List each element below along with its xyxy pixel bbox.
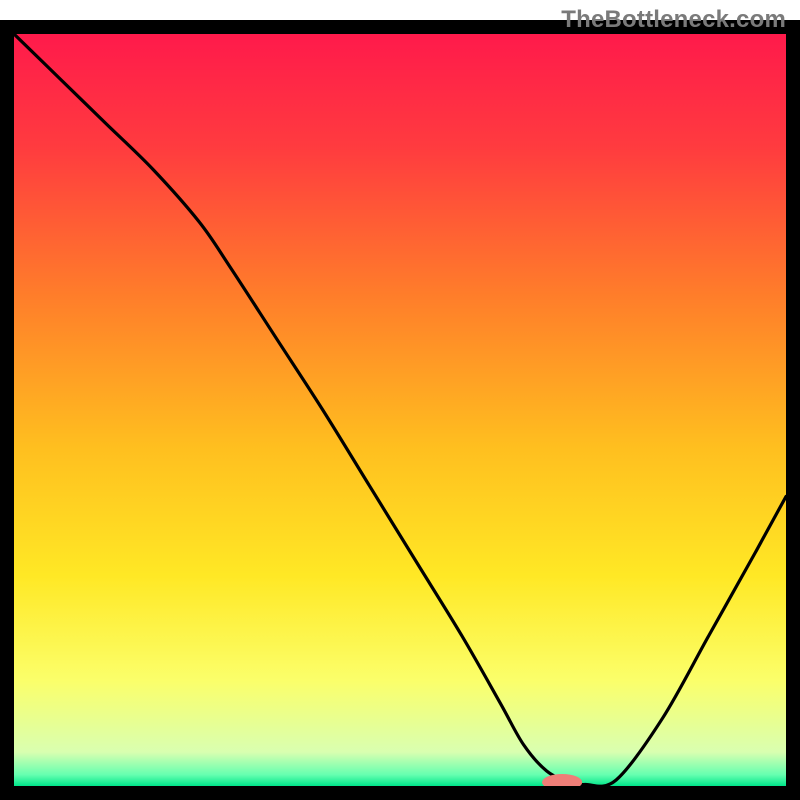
watermark-text: TheBottleneck.com (561, 6, 786, 34)
bottleneck-chart (0, 0, 800, 800)
chart-frame: TheBottleneck.com (0, 0, 800, 800)
